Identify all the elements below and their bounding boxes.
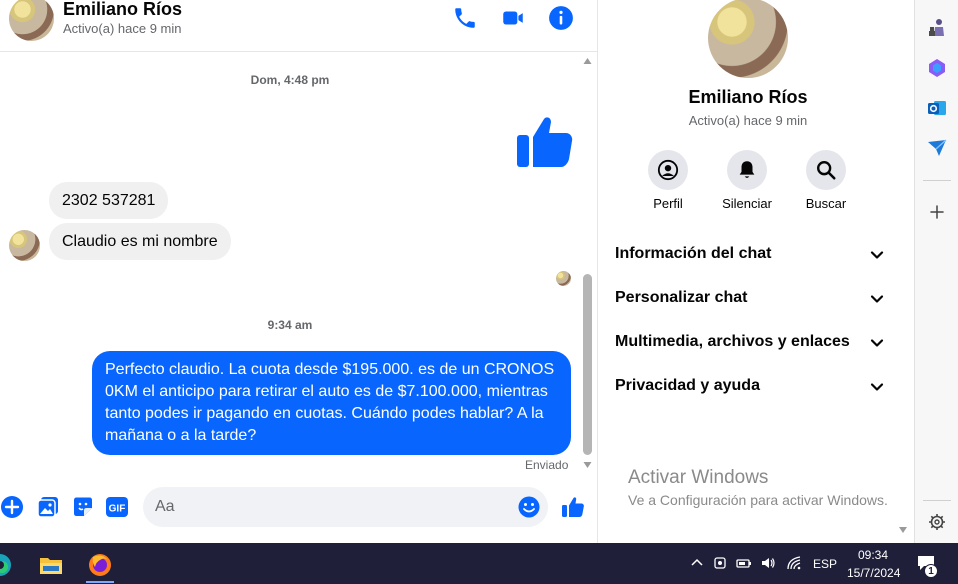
add-icon[interactable] <box>926 201 948 223</box>
clock-time[interactable]: 09:34 <box>858 548 888 562</box>
composer-bar: GIF <box>0 476 597 543</box>
sender-avatar[interactable] <box>9 230 40 261</box>
gear-icon[interactable] <box>926 511 948 533</box>
clock-date[interactable]: 15/7/2024 <box>847 566 900 580</box>
plus-icon[interactable] <box>0 495 24 519</box>
info-icon[interactable] <box>548 5 574 31</box>
bell-icon[interactable] <box>727 150 767 190</box>
language-indicator[interactable]: ESP <box>813 557 837 571</box>
profile-button[interactable]: Perfil <box>628 150 708 211</box>
wifi-icon[interactable] <box>786 555 802 571</box>
section-chat-info[interactable]: Información del chat <box>615 245 885 273</box>
sidebar-separator <box>923 500 951 501</box>
chevron-down-icon <box>870 251 884 259</box>
mute-label: Silenciar <box>722 196 772 211</box>
message-input[interactable] <box>155 487 505 527</box>
section-label: Personalizar chat <box>615 289 748 306</box>
like-icon[interactable] <box>561 495 585 519</box>
search-icon[interactable] <box>806 150 846 190</box>
contact-name[interactable]: Emiliano Ríos <box>63 0 182 20</box>
profile-avatar-large[interactable] <box>708 0 788 78</box>
section-label: Multimedia, archivos y enlaces <box>615 333 850 350</box>
sent-status: Enviado <box>525 458 569 472</box>
profile-label: Perfil <box>653 196 683 211</box>
section-customize-chat[interactable]: Personalizar chat <box>615 289 885 317</box>
search-button[interactable]: Buscar <box>786 150 866 211</box>
incoming-message[interactable]: 2302 537281 <box>49 182 169 219</box>
conversation-info-panel: Emiliano Ríos Activo(a) hace 9 min Perfi… <box>598 0 907 543</box>
messenger-window: Emiliano Ríos Activo(a) hace 9 min Dom, … <box>0 0 958 584</box>
message-input-container <box>143 487 548 527</box>
sticker-icon[interactable] <box>71 495 95 519</box>
contact-avatar[interactable] <box>9 0 54 41</box>
outlook-icon[interactable] <box>926 97 948 119</box>
outgoing-message[interactable]: Perfecto claudio. La cuota desde $195.00… <box>92 351 571 455</box>
message-list[interactable]: Dom, 4:48 pm 2302 537281 Claudio es mi n… <box>0 53 597 476</box>
mute-button[interactable]: Silenciar <box>707 150 787 211</box>
scrollbar-thumb[interactable] <box>583 274 592 455</box>
seen-indicator-avatar <box>556 271 571 286</box>
emoji-icon[interactable] <box>518 496 540 518</box>
activate-windows-subtitle: Ve a Configuración para activar Windows. <box>628 492 888 508</box>
gif-icon[interactable]: GIF <box>105 495 129 519</box>
section-label: Información del chat <box>615 245 772 262</box>
battery-icon[interactable] <box>736 555 752 571</box>
section-privacy-help[interactable]: Privacidad y ayuda <box>615 377 885 405</box>
section-label: Privacidad y ayuda <box>615 377 760 394</box>
chess-icon[interactable] <box>926 17 948 39</box>
incoming-message[interactable]: Claudio es mi nombre <box>49 223 231 260</box>
thumbs-up-sticker <box>514 113 574 169</box>
windows-taskbar: ESP 09:34 15/7/2024 1 <box>0 543 958 584</box>
video-camera-icon[interactable] <box>500 5 526 31</box>
timestamp-separator: Dom, 4:48 pm <box>250 73 330 87</box>
phone-icon[interactable] <box>452 5 478 31</box>
svg-text:GIF: GIF <box>109 504 126 515</box>
profile-name: Emiliano Ríos <box>688 87 808 107</box>
scroll-down-arrow-icon[interactable] <box>898 526 908 534</box>
activate-windows-title: Activar Windows <box>628 467 769 488</box>
edge-browser-icon[interactable] <box>0 547 20 583</box>
profile-icon[interactable] <box>648 150 688 190</box>
volume-icon[interactable] <box>760 555 776 571</box>
camera-tray-icon[interactable] <box>712 555 728 571</box>
sidebar-separator <box>923 180 951 181</box>
send-icon[interactable] <box>926 137 948 159</box>
contact-status: Activo(a) hace 9 min <box>63 21 182 36</box>
search-label: Buscar <box>805 196 847 211</box>
scroll-down-arrow-icon[interactable] <box>583 461 592 469</box>
file-explorer-icon[interactable] <box>31 547 71 583</box>
chevron-up-icon[interactable] <box>689 555 705 571</box>
chevron-down-icon <box>870 383 884 391</box>
chat-header: Emiliano Ríos Activo(a) hace 9 min <box>0 0 597 52</box>
profile-status: Activo(a) hace 9 min <box>688 113 808 128</box>
image-icon[interactable] <box>36 495 60 519</box>
timestamp-separator: 9:34 am <box>267 318 313 332</box>
chevron-down-icon <box>870 339 884 347</box>
firefox-icon[interactable] <box>80 547 120 583</box>
browser-sidebar <box>914 0 958 543</box>
chevron-down-icon <box>870 295 884 303</box>
scroll-up-arrow-icon[interactable] <box>583 57 592 65</box>
copilot-icon[interactable] <box>926 57 948 79</box>
section-media-files-links[interactable]: Multimedia, archivos y enlaces <box>615 333 885 361</box>
notification-badge: 1 <box>924 564 938 578</box>
